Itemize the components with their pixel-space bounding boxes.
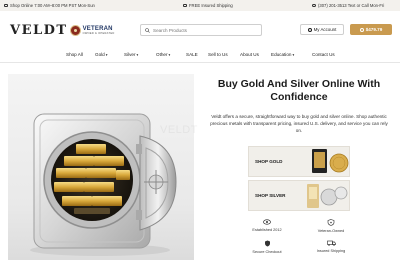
veteran-badge: VETERAN OWNED & OPERATED [83,26,115,35]
nav-sell-to-us-label: Sell to Us [208,52,228,57]
nav-sale[interactable]: SALE [186,52,198,57]
gold-coins-image [312,149,349,173]
store-hours: Shop Online 7:00 AM–8:00 PM PST Mon-Sun [4,3,95,8]
my-account-button[interactable]: My Account [300,24,344,35]
contact-phone-text[interactable]: (307) 201-3513 Text or Call Mon-Fri [318,3,384,8]
shop-gold-card[interactable]: SHOP GOLD [248,146,350,177]
shop-silver-label: SHOP SILVER [255,193,286,198]
feature-established-label: Established 2012 [252,228,282,232]
search-icon [145,27,150,33]
phone-icon [312,3,316,8]
feature-veteran-owned-label: Veteran-Owned [317,229,345,233]
nav-education[interactable]: Education▾ [271,52,294,57]
nav-other-label: Other [156,52,168,57]
veteran-seal-icon [69,25,81,36]
nav-sell-to-us[interactable]: Sell to Us [208,52,228,57]
calendar-icon [4,3,8,8]
feature-insured-shipping: Insured Shipping [296,240,366,253]
store-hours-text: Shop Online 7:00 AM–8:00 PM PST Mon-Sun [10,3,95,8]
main-nav: Shop All Gold▾ Silver▾ Other▾ SALE Sell … [0,48,400,62]
nav-other[interactable]: Other▾ [156,52,170,57]
contact-phone[interactable]: (307) 201-3513 Text or Call Mon-Fri [312,3,384,8]
silver-coins-image [307,184,348,208]
shop-gold-label: SHOP GOLD [255,159,283,164]
hero-vault-image [8,74,194,260]
site-logo[interactable]: VELDT VETERAN OWNED & OPERATED [10,23,115,38]
nav-about-us[interactable]: About Us [240,52,259,57]
cart-button[interactable]: $479.79 [350,24,392,35]
hero-title: Buy Gold And Silver Online With Confiden… [217,78,381,103]
vault-illustration [30,113,177,256]
veteran-badge-subtitle: OWNED & OPERATED [82,32,115,35]
shop-silver-card[interactable]: SHOP SILVER [248,180,350,211]
vault-door [136,135,177,231]
nav-contact-us-label: Contact Us [312,52,335,57]
nav-contact-us[interactable]: Contact Us [312,52,335,57]
lock-shield-icon [264,240,270,247]
search-box[interactable] [140,24,262,36]
nav-divider [0,62,400,63]
feature-secure-checkout: Secure Checkout [232,240,302,254]
hero-description: Veldt offers a secure, straightforward w… [210,114,388,134]
my-account-label: My Account [313,27,337,32]
chevron-down-icon: ▾ [105,53,108,57]
nav-silver-label: Silver [124,52,136,57]
nav-about-us-label: About Us [240,52,259,57]
shield-stars-icon [327,219,335,226]
search-input[interactable] [153,27,253,33]
chevron-down-icon: ▾ [168,53,171,57]
truck-icon [326,240,336,246]
cart-icon [359,27,364,32]
feature-veteran-owned: Veteran-Owned [296,219,366,233]
user-icon [307,27,312,32]
shipping-promo-text: FREE Insured Shipping [189,3,233,8]
truck-icon [183,3,187,8]
logo-wordmark[interactable]: VELDT [10,23,68,38]
top-utility-bar: Shop Online 7:00 AM–8:00 PM PST Mon-Sun … [0,0,400,11]
feature-insured-shipping-label: Insured Shipping [316,249,346,253]
nav-education-label: Education [271,52,292,57]
nav-silver[interactable]: Silver▾ [124,52,138,57]
cart-total: $479.79 [365,27,383,32]
chevron-down-icon: ▾ [136,53,139,57]
feature-established: Established 2012 [232,219,302,232]
nav-shop-all-label: Shop All [66,52,83,57]
nav-gold-label: Gold [95,52,105,57]
eye-icon [263,219,271,225]
nav-shop-all[interactable]: Shop All [66,52,83,57]
watermark: VELDT [160,124,198,136]
feature-secure-checkout-label: Secure Checkout [252,250,282,254]
nav-sale-label: SALE [186,52,198,57]
shipping-promo: FREE Insured Shipping [183,3,233,8]
chevron-down-icon: ▾ [292,53,295,57]
nav-gold[interactable]: Gold▾ [95,52,108,57]
